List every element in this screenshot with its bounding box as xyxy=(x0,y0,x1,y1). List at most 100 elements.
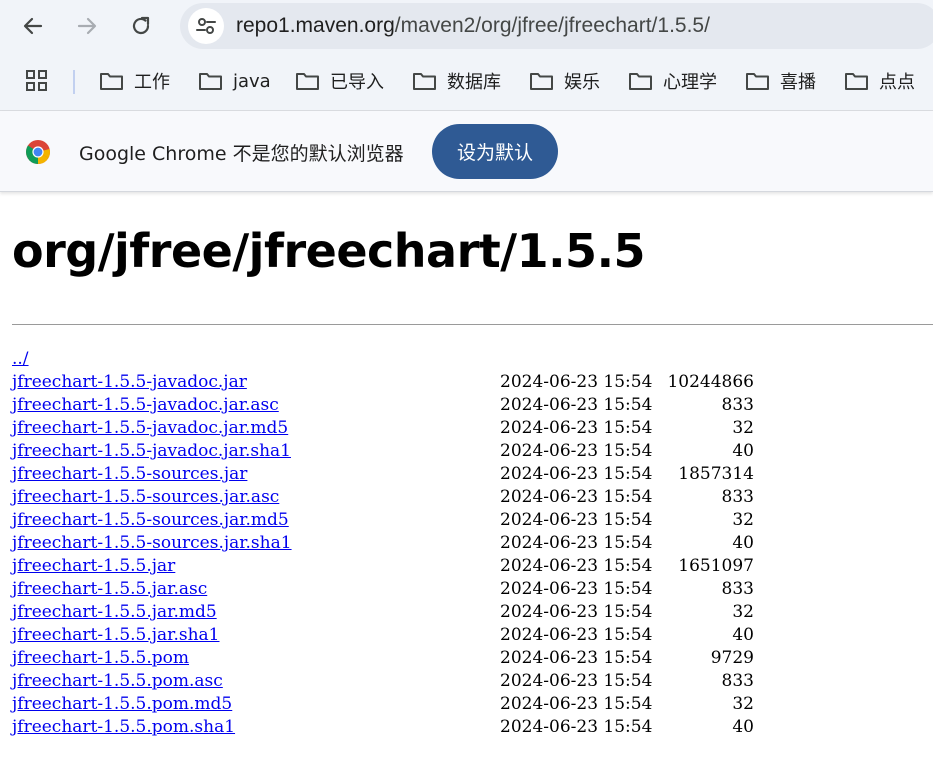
file-size: 833 xyxy=(721,579,754,599)
file-date: 2024-06-23 15:54 xyxy=(500,694,653,714)
list-item: jfreechart-1.5.5.jar.asc 2024-06-23 15:5… xyxy=(12,577,772,600)
list-item: jfreechart-1.5.5.pom 2024-06-23 15:54 97… xyxy=(12,646,772,669)
file-link[interactable]: jfreechart-1.5.5.jar xyxy=(12,556,175,576)
set-default-button[interactable]: 设为默认 xyxy=(432,124,558,179)
list-item: jfreechart-1.5.5.jar.sha1 2024-06-23 15:… xyxy=(12,623,772,646)
folder-icon xyxy=(746,73,769,90)
file-size: 1857314 xyxy=(678,464,754,484)
file-date: 2024-06-23 15:54 xyxy=(500,671,653,691)
folder-icon xyxy=(530,73,553,90)
url-path: /maven2/org/jfree/jfreechart/1.5.5/ xyxy=(394,14,710,37)
apps-button[interactable] xyxy=(24,68,50,94)
file-date: 2024-06-23 15:54 xyxy=(500,556,653,576)
file-link[interactable]: jfreechart-1.5.5.pom.md5 xyxy=(12,694,232,714)
list-item: ../ xyxy=(12,347,772,370)
file-link[interactable]: jfreechart-1.5.5.pom xyxy=(12,648,189,668)
file-date: 2024-06-23 15:54 xyxy=(500,579,653,599)
list-item: jfreechart-1.5.5-javadoc.jar.asc 2024-06… xyxy=(12,393,772,416)
back-arrow-icon xyxy=(23,17,43,35)
file-date: 2024-06-23 15:54 xyxy=(500,602,653,622)
file-size: 9729 xyxy=(710,648,754,668)
bookmark-label: 娱乐 xyxy=(564,72,600,93)
forward-button[interactable] xyxy=(70,9,104,43)
apps-grid-icon xyxy=(26,70,47,91)
bookmark-label: 已导入 xyxy=(330,72,384,93)
bookmark-label: 数据库 xyxy=(447,72,501,93)
file-size: 32 xyxy=(732,510,754,530)
file-date: 2024-06-23 15:54 xyxy=(500,418,653,438)
bookmark-folder-xibo[interactable]: 喜播 xyxy=(745,67,816,95)
file-link[interactable]: jfreechart-1.5.5.pom.sha1 xyxy=(12,717,235,737)
list-item: jfreechart-1.5.5.pom.sha1 2024-06-23 15:… xyxy=(12,715,772,738)
file-link[interactable]: jfreechart-1.5.5-javadoc.jar.asc xyxy=(12,395,279,415)
folder-icon xyxy=(100,73,123,90)
file-link[interactable]: jfreechart-1.5.5-javadoc.jar.sha1 xyxy=(12,441,291,461)
file-date: 2024-06-23 15:54 xyxy=(500,533,653,553)
file-size: 40 xyxy=(732,625,754,645)
site-info-button[interactable] xyxy=(188,8,224,44)
file-link[interactable]: jfreechart-1.5.5-javadoc.jar xyxy=(12,372,247,392)
file-size: 833 xyxy=(721,395,754,415)
infobar-message: Google Chrome 不是您的默认浏览器 xyxy=(79,143,404,165)
file-date: 2024-06-23 15:54 xyxy=(500,395,653,415)
back-button[interactable] xyxy=(16,9,50,43)
file-link[interactable]: jfreechart-1.5.5-sources.jar.sha1 xyxy=(12,533,292,553)
file-date: 2024-06-23 15:54 xyxy=(500,487,653,507)
bookmark-label: java xyxy=(233,70,271,92)
bookmark-folder-java[interactable]: java xyxy=(198,67,271,95)
file-size: 40 xyxy=(732,717,754,737)
bookmark-folder-diandian[interactable]: 点点 xyxy=(844,67,915,95)
list-item: jfreechart-1.5.5.jar 2024-06-23 15:54 16… xyxy=(12,554,772,577)
bookmark-label: 喜播 xyxy=(780,72,816,93)
file-size: 32 xyxy=(732,694,754,714)
file-size: 32 xyxy=(732,602,754,622)
default-browser-infobar: Google Chrome 不是您的默认浏览器 设为默认 xyxy=(0,111,933,192)
folder-icon xyxy=(629,73,652,90)
list-item: jfreechart-1.5.5.pom.asc 2024-06-23 15:5… xyxy=(12,669,772,692)
list-item: jfreechart-1.5.5.jar.md5 2024-06-23 15:5… xyxy=(12,600,772,623)
file-size: 32 xyxy=(732,418,754,438)
file-size: 833 xyxy=(721,487,754,507)
file-size: 1651097 xyxy=(678,556,754,576)
file-link[interactable]: jfreechart-1.5.5-javadoc.jar.md5 xyxy=(12,418,288,438)
file-link[interactable]: jfreechart-1.5.5-sources.jar.md5 xyxy=(12,510,289,530)
list-item: jfreechart-1.5.5-sources.jar.sha1 2024-0… xyxy=(12,531,772,554)
list-item: jfreechart-1.5.5-sources.jar.asc 2024-06… xyxy=(12,485,772,508)
bookmark-folder-psychology[interactable]: 心理学 xyxy=(628,67,717,95)
file-link[interactable]: jfreechart-1.5.5.jar.md5 xyxy=(12,602,217,622)
url-host: repo1.maven.org xyxy=(236,14,395,37)
bookmark-folder-entertainment[interactable]: 娱乐 xyxy=(529,67,600,95)
bookmark-label: 心理学 xyxy=(663,72,717,93)
bookmark-label: 点点 xyxy=(879,72,915,93)
divider xyxy=(12,324,933,325)
address-bar[interactable]: repo1.maven.org/maven2/org/jfree/jfreech… xyxy=(180,3,933,49)
file-link[interactable]: jfreechart-1.5.5-sources.jar xyxy=(12,464,247,484)
file-date: 2024-06-23 15:54 xyxy=(500,625,653,645)
chrome-logo-icon xyxy=(26,140,50,164)
file-link[interactable]: jfreechart-1.5.5.pom.asc xyxy=(12,671,223,691)
list-item: jfreechart-1.5.5-javadoc.jar.md5 2024-06… xyxy=(12,416,772,439)
file-date: 2024-06-23 15:54 xyxy=(500,717,653,737)
list-item: jfreechart-1.5.5-javadoc.jar 2024-06-23 … xyxy=(12,370,772,393)
file-date: 2024-06-23 15:54 xyxy=(500,464,653,484)
file-size: 40 xyxy=(732,533,754,553)
browser-toolbar: repo1.maven.org/maven2/org/jfree/jfreech… xyxy=(0,0,933,52)
list-item: jfreechart-1.5.5-sources.jar.md5 2024-06… xyxy=(12,508,772,531)
parent-directory-link[interactable]: ../ xyxy=(12,349,29,369)
folder-icon xyxy=(413,73,436,90)
bookmark-folder-database[interactable]: 数据库 xyxy=(412,67,501,95)
list-item: jfreechart-1.5.5.pom.md5 2024-06-23 15:5… xyxy=(12,692,772,715)
file-size: 10244866 xyxy=(667,372,754,392)
file-link[interactable]: jfreechart-1.5.5.jar.asc xyxy=(12,579,207,599)
site-info-icon xyxy=(196,18,216,34)
file-listing: ../ jfreechart-1.5.5-javadoc.jar 2024-06… xyxy=(12,347,772,738)
url-text[interactable]: repo1.maven.org/maven2/org/jfree/jfreech… xyxy=(236,14,710,38)
bookmark-folder-imported[interactable]: 已导入 xyxy=(295,67,384,95)
file-link[interactable]: jfreechart-1.5.5.jar.sha1 xyxy=(12,625,219,645)
bookmark-folder-work[interactable]: 工作 xyxy=(99,67,170,95)
list-item: jfreechart-1.5.5-sources.jar 2024-06-23 … xyxy=(12,462,772,485)
reload-button[interactable] xyxy=(124,9,158,43)
file-link[interactable]: jfreechart-1.5.5-sources.jar.asc xyxy=(12,487,279,507)
page-title: org/jfree/jfreechart/1.5.5 xyxy=(12,224,646,278)
folder-icon xyxy=(845,73,868,90)
